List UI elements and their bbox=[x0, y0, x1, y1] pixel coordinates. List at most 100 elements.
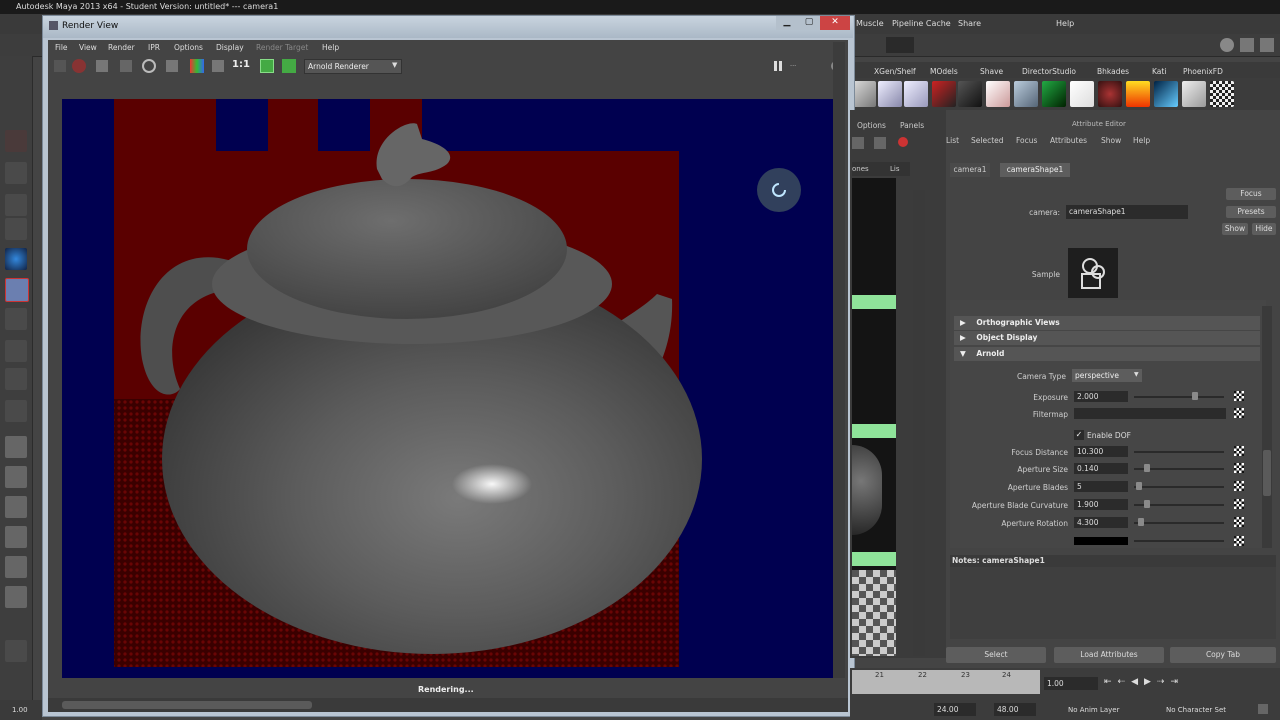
shelf-particles-icon[interactable] bbox=[1210, 81, 1234, 107]
ae-menu-attributes[interactable]: Attributes bbox=[1050, 136, 1087, 145]
select-button[interactable]: Select bbox=[946, 647, 1046, 663]
map-button-icon[interactable] bbox=[1234, 391, 1244, 401]
shelf-flower-icon[interactable] bbox=[986, 81, 1010, 107]
pause-icon[interactable] bbox=[774, 61, 782, 71]
exposure-field[interactable]: 2.000 bbox=[1074, 391, 1128, 402]
tab-camera1[interactable]: camera1 bbox=[950, 163, 990, 177]
presets-button[interactable]: Presets bbox=[1226, 206, 1276, 218]
soft-mod-icon[interactable] bbox=[5, 340, 27, 362]
rotate-tool-icon[interactable] bbox=[5, 248, 27, 270]
ae-menu-show[interactable]: Show bbox=[1101, 136, 1121, 145]
aperture-blades-slider-handle[interactable] bbox=[1136, 482, 1142, 490]
rv-menu-display[interactable]: Display bbox=[216, 43, 244, 52]
section-orthographic-views[interactable]: ▶ Orthographic Views bbox=[954, 316, 1260, 330]
anim-layer-select[interactable]: No Anim Layer bbox=[1068, 706, 1119, 714]
shelf-grass-icon[interactable] bbox=[1042, 81, 1066, 107]
map-button-icon[interactable] bbox=[1234, 481, 1244, 491]
shelf-tab-directorstudio[interactable]: DirectorStudio bbox=[1022, 67, 1076, 76]
camera-name-field[interactable]: cameraShape1 bbox=[1066, 205, 1188, 219]
hide-button[interactable]: Hide bbox=[1252, 223, 1276, 235]
ae-menu-focus[interactable]: Focus bbox=[1016, 136, 1037, 145]
current-frame-field[interactable]: 1.00 bbox=[1044, 677, 1098, 690]
hypershade-layout-icon[interactable] bbox=[5, 586, 27, 608]
alpha-channel-icon[interactable] bbox=[212, 60, 224, 72]
ae-scrollbar[interactable] bbox=[1262, 306, 1272, 548]
focus-button[interactable]: Focus bbox=[1226, 188, 1276, 200]
copy-tab-button[interactable]: Copy Tab bbox=[1170, 647, 1276, 663]
last-tool-icon[interactable] bbox=[5, 400, 27, 422]
persp-graph-layout-icon[interactable] bbox=[5, 526, 27, 548]
map-button-icon[interactable] bbox=[1234, 536, 1244, 546]
snapshot-icon[interactable] bbox=[96, 60, 108, 72]
notes-text-area[interactable] bbox=[950, 567, 1276, 639]
shelf-tool-icon[interactable] bbox=[852, 81, 876, 107]
panel-menu-options[interactable]: Options bbox=[857, 121, 886, 130]
color-slider[interactable] bbox=[1134, 540, 1224, 542]
shelf-fence-icon[interactable] bbox=[1014, 81, 1038, 107]
aperture-rotation-field[interactable]: 4.300 bbox=[1074, 517, 1128, 528]
refresh-icon[interactable] bbox=[142, 59, 156, 73]
camera-type-select[interactable]: perspective bbox=[1072, 369, 1142, 382]
real-size-button[interactable]: 1:1 bbox=[232, 59, 250, 70]
universal-manipulator-icon[interactable] bbox=[5, 308, 27, 330]
range-end-field[interactable]: 24.00 bbox=[934, 703, 976, 716]
aperture-size-field[interactable]: 0.140 bbox=[1074, 463, 1128, 474]
scrollbar-thumb[interactable] bbox=[62, 701, 312, 709]
select-tool-icon[interactable] bbox=[5, 130, 27, 152]
rgb-channels-icon[interactable] bbox=[190, 59, 204, 73]
exposure-slider[interactable] bbox=[1134, 396, 1224, 398]
keep-image-icon[interactable] bbox=[166, 60, 178, 72]
channel-box-icon[interactable] bbox=[1240, 38, 1254, 52]
single-pane-layout-icon[interactable] bbox=[5, 436, 27, 458]
aperture-rotation-slider[interactable] bbox=[1134, 522, 1224, 524]
status-field[interactable] bbox=[886, 37, 914, 53]
scale-tool-icon[interactable] bbox=[5, 278, 29, 302]
panel-icon[interactable] bbox=[874, 137, 886, 149]
list-item[interactable] bbox=[852, 552, 896, 566]
paint-select-icon[interactable] bbox=[5, 194, 27, 216]
list-item[interactable] bbox=[852, 424, 896, 438]
total-end-field[interactable]: 48.00 bbox=[994, 703, 1036, 716]
shelf-fur-icon[interactable] bbox=[904, 81, 928, 107]
map-button-icon[interactable] bbox=[1234, 463, 1244, 473]
section-object-display[interactable]: ▶ Object Display bbox=[954, 331, 1260, 345]
panel-icon[interactable] bbox=[852, 137, 864, 149]
list-item[interactable] bbox=[852, 295, 896, 309]
region-render-icon[interactable] bbox=[120, 60, 132, 72]
shelf-red-icon[interactable] bbox=[932, 81, 956, 107]
render-view-title-bar[interactable] bbox=[43, 16, 853, 38]
side-by-side-layout-icon[interactable] bbox=[5, 496, 27, 518]
filtermap-field[interactable] bbox=[1074, 408, 1226, 419]
shelf-cloud-icon[interactable] bbox=[1182, 81, 1206, 107]
minimize-button[interactable]: ▁ bbox=[776, 16, 798, 30]
maximize-button[interactable]: ▢ bbox=[798, 16, 820, 30]
aperture-blades-slider[interactable] bbox=[1134, 486, 1224, 488]
rv-menu-options[interactable]: Options bbox=[174, 43, 203, 52]
color-swatch[interactable] bbox=[1074, 537, 1128, 545]
rv-menu-file[interactable]: File bbox=[55, 43, 68, 52]
character-set-select[interactable]: No Character Set bbox=[1166, 706, 1226, 714]
aperture-blades-field[interactable]: 5 bbox=[1074, 481, 1128, 492]
display-overlay-icon[interactable] bbox=[260, 59, 274, 73]
gear-icon[interactable] bbox=[5, 640, 27, 662]
playback-controls[interactable]: ⇤⇠◀▶⇢⇥ bbox=[1104, 677, 1184, 687]
section-arnold[interactable]: ▼ Arnold bbox=[954, 347, 1260, 361]
ae-menu-help[interactable]: Help bbox=[1133, 136, 1150, 145]
shelf-lightning-icon[interactable] bbox=[1154, 81, 1178, 107]
shelf-fire-icon[interactable] bbox=[1126, 81, 1150, 107]
rv-menu-help[interactable]: Help bbox=[322, 43, 339, 52]
shelf-hair-icon[interactable] bbox=[878, 81, 902, 107]
shelf-tab-xgen[interactable]: XGen/Shelf bbox=[874, 67, 916, 76]
ae-menu-list[interactable]: List bbox=[946, 136, 959, 145]
ae-scrollbar-thumb[interactable] bbox=[1263, 450, 1271, 496]
panel-menu-panels[interactable]: Panels bbox=[900, 121, 924, 130]
preferences-icon[interactable] bbox=[1258, 704, 1268, 714]
redo-render-icon[interactable] bbox=[54, 60, 66, 72]
outliner-layout-icon[interactable] bbox=[5, 556, 27, 578]
lasso-tool-icon[interactable] bbox=[5, 162, 27, 184]
shelf-tab-kati[interactable]: Kati bbox=[1152, 67, 1166, 76]
shelf-tab-shave[interactable]: Shave bbox=[980, 67, 1003, 76]
load-attributes-button[interactable]: Load Attributes bbox=[1054, 647, 1164, 663]
shelf-dark-icon[interactable] bbox=[958, 81, 982, 107]
map-button-icon[interactable] bbox=[1234, 499, 1244, 509]
